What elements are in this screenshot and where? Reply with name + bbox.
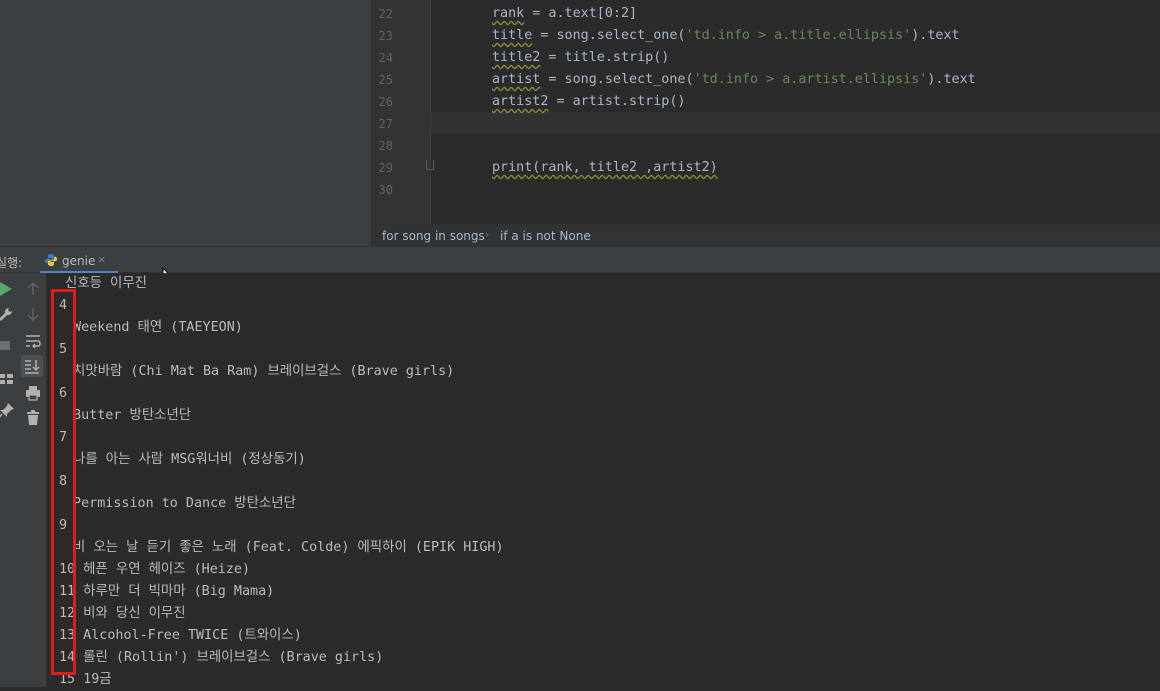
scroll-to-end-toggle[interactable]	[21, 355, 43, 377]
python-icon	[45, 254, 57, 266]
line-number: 22	[378, 7, 393, 21]
line-number: 26	[378, 95, 393, 109]
console-line: 10 헤픈 우연 헤이즈 (Heize)	[59, 562, 251, 577]
line-number: 30	[378, 183, 393, 197]
console-line: 14 롤린 (Rollin') 브레이브걸스 (Brave girls)	[59, 650, 384, 665]
code-token: = artist.strip()	[548, 94, 686, 109]
code-token: rank	[492, 6, 525, 21]
code-token: print(rank, title2 ,artist2)	[492, 160, 718, 175]
code-token: title	[492, 28, 533, 43]
code-token: artist2	[492, 94, 549, 109]
line-number: 25	[378, 73, 393, 87]
breadcrumb: for song in songs › if a is not None	[371, 224, 1160, 247]
breadcrumb-item-if-block[interactable]: if a is not None	[500, 229, 591, 243]
pin-icon[interactable]	[0, 401, 16, 421]
code-token: title2	[492, 50, 541, 65]
code-line: print(rank, title2 ,artist2)	[492, 157, 718, 179]
code-line: rank = a.text[0:2]	[492, 3, 637, 25]
current-line-highlight	[431, 112, 1160, 134]
breadcrumb-item-for-loop[interactable]: for song in songs	[382, 229, 485, 243]
tab-genie[interactable]: genie ×	[40, 247, 118, 274]
code-line: artist = song.select_one('td.info > a.ar…	[492, 69, 976, 91]
close-icon[interactable]: ×	[97, 253, 106, 266]
console-line: 13 Alcohol-Free TWICE (트와이스)	[59, 628, 302, 643]
code-editor[interactable]: 22 23 24 25 26 27 28 29 30 rank = a.text[0:2] tit…	[371, 0, 1160, 224]
code-line: title2 = title.strip()	[492, 47, 669, 69]
code-string: 'td.info > a.title.ellipsis'	[685, 28, 912, 43]
arrow-down-icon[interactable]	[23, 304, 43, 324]
tab-genie-label: genie	[62, 254, 96, 268]
code-line: title = song.select_one('td.info > a.tit…	[492, 25, 960, 47]
code-token: = title.strip()	[540, 50, 670, 65]
console-line: 치맛바람 (Chi Mat Ba Ram) 브레이브걸스 (Brave girl…	[65, 364, 455, 379]
rerun-icon[interactable]	[0, 279, 16, 299]
wrench-icon[interactable]	[0, 305, 16, 325]
scroll-to-end-icon	[25, 360, 40, 374]
chevron-right-icon: ›	[485, 228, 490, 241]
line-number: 23	[378, 29, 393, 43]
project-pane	[0, 0, 371, 246]
line-number: 27	[378, 117, 393, 131]
layout-icon[interactable]	[0, 369, 16, 389]
highlight-box-annotation	[51, 289, 76, 675]
run-toolbar-secondary	[17, 273, 47, 687]
print-icon[interactable]	[23, 383, 43, 403]
console-line: 비 오는 날 듣기 좋은 노래 (Feat. Colde) 에픽하이 (EPIK…	[65, 540, 504, 555]
console-line: Permission to Dance 방탄소년단	[65, 496, 296, 511]
run-label: 실행:	[0, 256, 23, 270]
code-token: = song.select_one(	[540, 72, 694, 87]
console-line: Weekend 태연 (TAEYEON)	[65, 320, 243, 335]
code-line: artist2 = artist.strip()	[492, 91, 686, 113]
arrow-up-icon[interactable]	[23, 279, 43, 299]
line-number: 29	[378, 161, 393, 175]
console-line: 12 비와 당신 이무진	[59, 606, 186, 621]
console-line: 나를 아는 사람 MSG워너비 (정상동기)	[65, 452, 306, 467]
console-line: 신호등 이무진	[65, 276, 147, 291]
console-output[interactable]: 신호등 이무진 4 Weekend 태연 (TAEYEON) 5 치맛바람 (Chi…	[47, 273, 1160, 687]
code-token: ).text	[927, 72, 976, 87]
line-number: 24	[378, 51, 393, 65]
stop-icon[interactable]	[0, 335, 16, 355]
run-toolbar-primary	[0, 273, 17, 687]
console-line: Butter 방탄소년단	[65, 408, 192, 423]
soft-wrap-icon[interactable]	[23, 331, 43, 351]
console-line: 11 하루만 더 빅마마 (Big Mama)	[59, 584, 275, 599]
indent-guide	[430, 0, 431, 224]
code-token: = a.text[0:2]	[524, 6, 638, 21]
code-token: artist	[492, 72, 541, 87]
line-number: 28	[378, 139, 393, 153]
code-token: = song.select_one(	[532, 28, 686, 43]
line-number-gutter: 22 23 24 25 26 27 28 29 30	[371, 0, 431, 224]
code-string: 'td.info > a.artist.ellipsis'	[693, 72, 928, 87]
trash-icon[interactable]	[23, 408, 43, 428]
code-token: ).text	[911, 28, 960, 43]
